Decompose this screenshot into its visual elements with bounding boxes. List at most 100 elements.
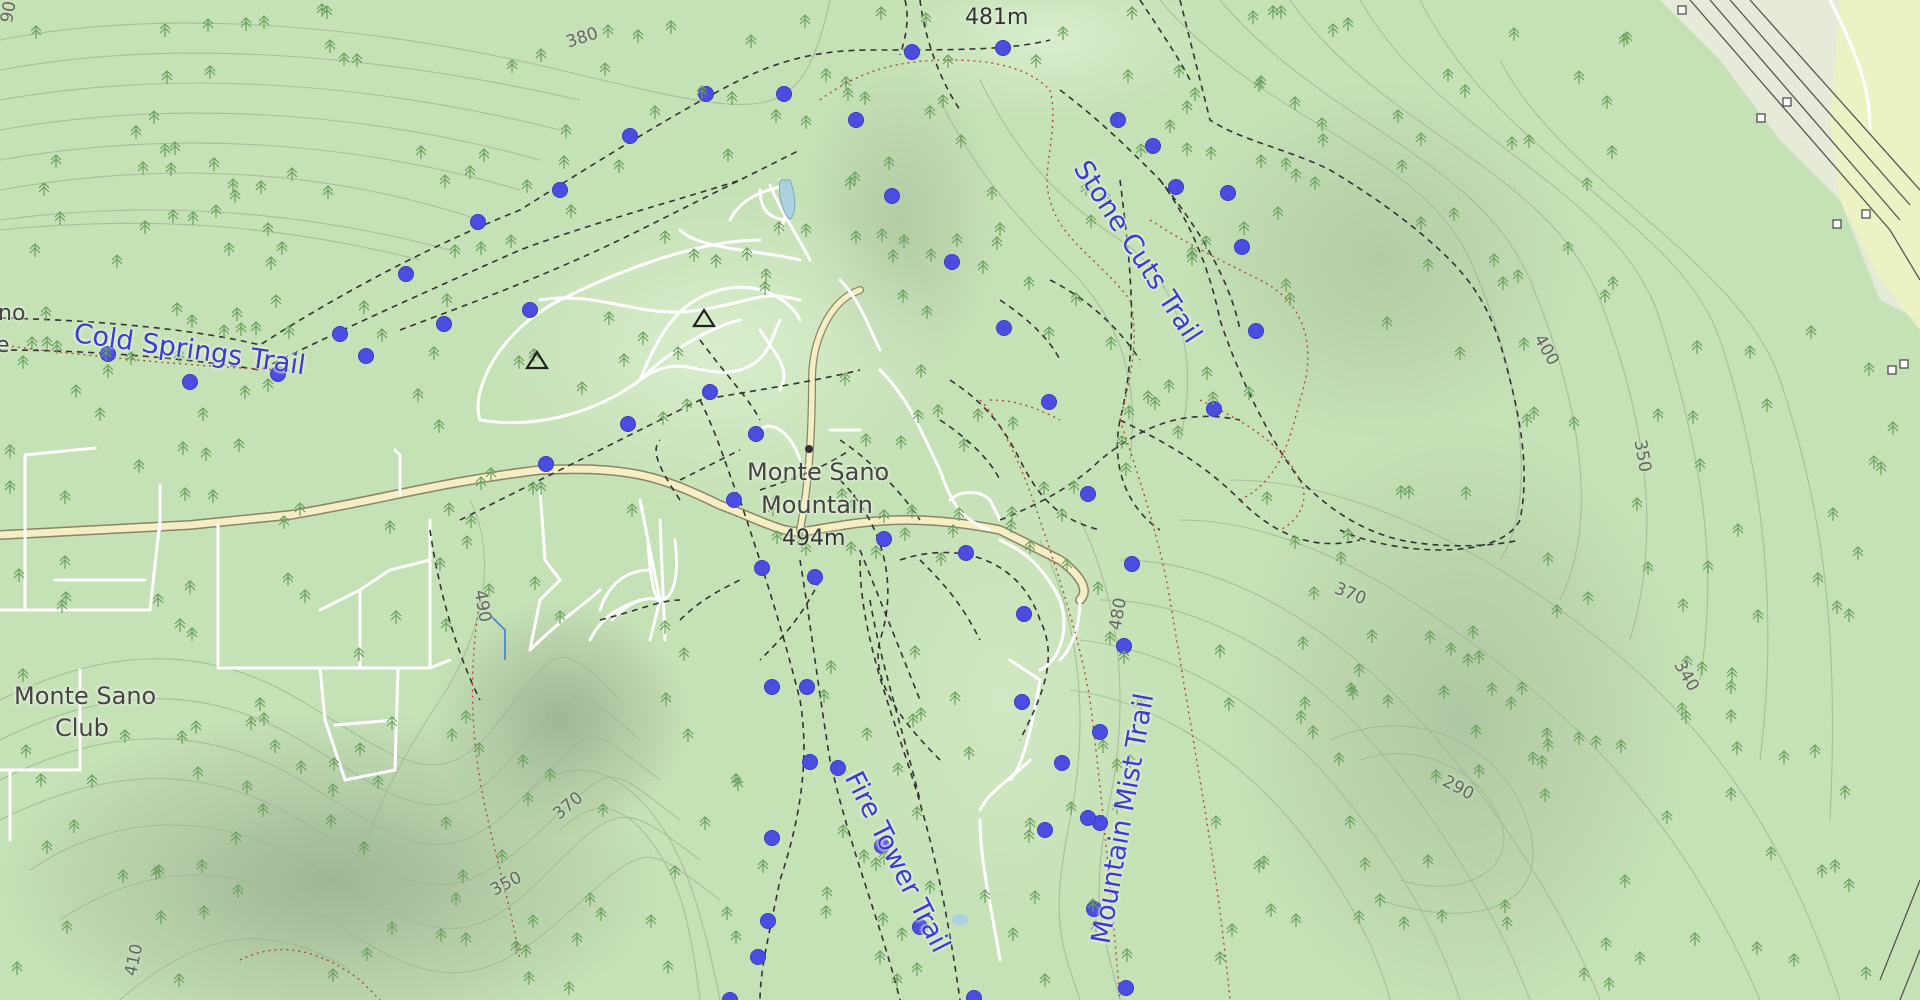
tree-icon [506,59,518,73]
tree-icon [433,419,445,433]
trail-marker-dot [776,86,792,102]
tree-icon [1868,455,1880,469]
tree-icon [50,154,62,168]
tree-icon [1508,27,1520,41]
tree-icon [102,364,114,378]
tree-icon [1007,416,1019,430]
trail-marker-dot [807,569,823,585]
tree-icon [38,182,50,196]
tree-icon [1039,973,1051,987]
tree-icon [1778,750,1790,764]
tree-icon [179,487,191,501]
tree-icon [439,174,451,188]
tree-icon [837,824,849,838]
tree-icon [174,618,186,632]
summit-name-line2: Mountain [761,491,873,519]
tree-icon [730,930,742,944]
tree-icon [721,906,733,920]
trail-marker-dot [702,384,718,400]
trail-marker-dot [1054,755,1070,771]
tree-icon [1601,95,1613,109]
tree-icon [4,444,16,458]
tree-icon [662,960,674,974]
tree-icon [649,105,661,119]
trail-marker-dot [1234,239,1250,255]
trail-marker-dot [848,112,864,128]
tree-icon [877,912,889,926]
tree-icon [1226,923,1238,937]
trail-marker-dot [726,492,742,508]
place-label-fragment: e [0,333,10,358]
trail-marker-dot [1014,694,1030,710]
trail-marker-dot [1118,980,1134,996]
tree-icon [338,52,350,66]
tree-icon [161,70,173,84]
trail-marker-dot [760,913,776,929]
tree-icon [1631,497,1643,511]
trail-marker-dot [1110,112,1126,128]
trail-marker-dot [622,128,638,144]
tree-icon [415,145,427,159]
tree-icon [1809,744,1821,758]
tree-icon [270,294,282,308]
tree-icon [1725,680,1737,694]
tree-icon [1829,859,1841,873]
tree-icon [29,243,41,257]
trail-marker-dot [1206,401,1222,417]
tree-icon [1261,491,1273,505]
tree-icon [1142,390,1154,404]
tree-icon [1827,507,1839,521]
tree-icon [870,545,882,559]
tree-icon [800,115,812,129]
tree-icon [1607,276,1619,290]
tree-icon [282,572,294,586]
tree-icon [1606,145,1618,159]
tree-icon [599,62,611,76]
tree-icon [1751,941,1763,955]
tree-icon [133,459,145,473]
tree-icon [825,660,837,674]
tree-icon [1214,644,1226,658]
tree-icon [820,905,832,919]
tree-icon [321,5,333,19]
tree-icon [167,209,179,223]
tree-icon [1255,75,1267,89]
map-base-layer [0,0,1920,1000]
trail-marker-dot [1037,822,1053,838]
tree-icon [1696,661,1708,675]
tree-icon [1070,292,1082,306]
tree-icon [1164,119,1176,133]
trail-marker-dot [1220,185,1236,201]
tree-icon [187,211,199,225]
tree-icon [159,143,171,157]
tree-icon [1214,951,1226,965]
trail-marker-dot [764,830,780,846]
tree-icon [1761,398,1773,412]
tree-icon [353,647,365,661]
tree-icon [1765,846,1777,860]
tree-icon [200,447,212,461]
trail-marker-dot [538,456,554,472]
tree-icon [1752,609,1764,623]
tree-icon [376,328,388,342]
tree-icon [535,481,547,495]
summit-icon[interactable] [805,445,813,453]
tree-icon [1265,903,1277,917]
tree-icon [41,336,53,350]
trail-marker-dot [620,416,636,432]
tree-icon [1603,977,1615,991]
tree-icon [613,159,625,173]
tree-icon [443,502,455,516]
tree-icon [874,950,886,964]
trail-marker-dot [1041,394,1057,410]
tree-icon [1573,70,1585,84]
tree-icon [202,18,214,32]
tree-icon [40,306,52,320]
tree-icon [197,407,209,421]
trail-marker-dot [398,266,414,282]
tree-icon [505,234,517,248]
tree-icon [1887,421,1899,435]
map-canvas[interactable]: Cold Springs Trail Stone Cuts Trail Fire… [0,0,1920,1000]
tree-icon [1210,815,1222,829]
tree-icon [527,481,539,495]
